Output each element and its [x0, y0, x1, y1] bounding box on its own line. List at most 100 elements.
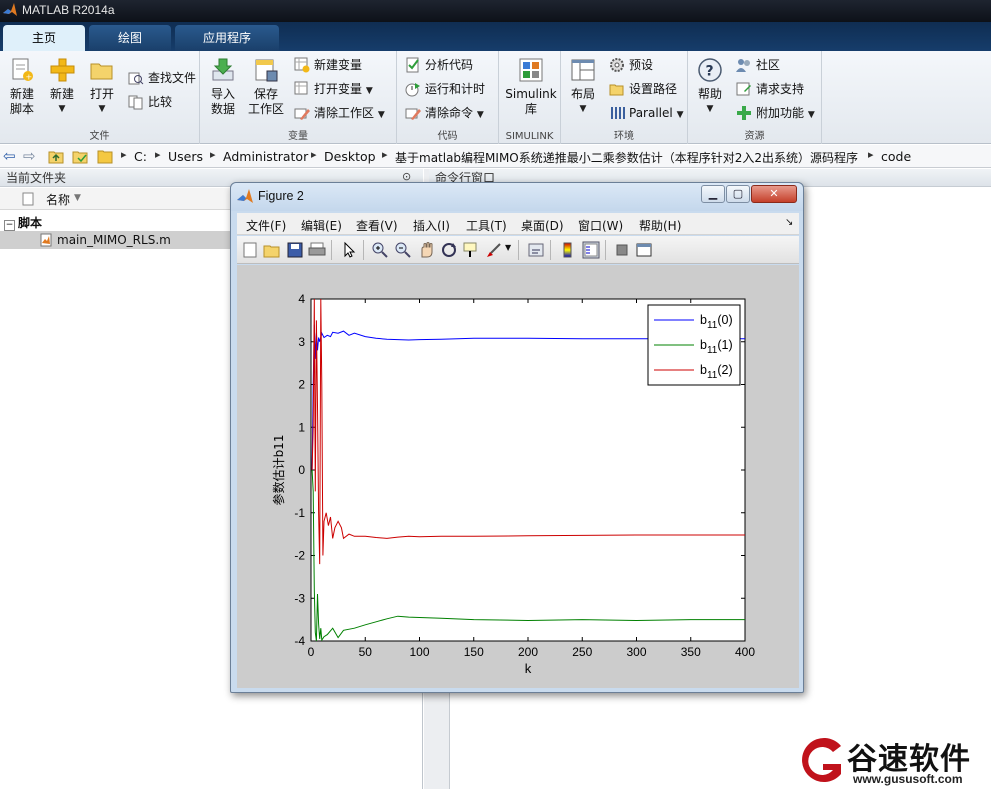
crumb-separator-icon: ▸	[210, 148, 216, 161]
new-dropdown-icon[interactable]: ▼	[46, 102, 78, 117]
zoom-out-icon[interactable]	[394, 241, 412, 259]
clear-workspace-dropdown-icon[interactable]: ▼	[378, 110, 385, 120]
add-ons-button[interactable]: 附加功能 ▼	[736, 103, 815, 123]
crumb-separator-icon: ▸	[155, 148, 161, 161]
new-script-icon: +	[9, 57, 35, 83]
legend-icon[interactable]	[582, 241, 600, 259]
rotate-3d-icon[interactable]	[440, 241, 458, 259]
help-dropdown-icon[interactable]: ▼	[694, 102, 726, 117]
maximize-button[interactable]: ▢	[726, 185, 750, 203]
run-and-time-button[interactable]: 运行和计时	[405, 79, 485, 99]
clear-commands-dropdown-icon[interactable]: ▼	[477, 110, 484, 120]
community-button[interactable]: 社区	[736, 55, 780, 75]
set-path-button[interactable]: 设置路径	[609, 79, 677, 99]
parallel-dropdown-icon[interactable]: ▼	[677, 110, 684, 120]
data-cursor-icon[interactable]	[462, 241, 480, 259]
new-label: 新建	[49, 87, 74, 101]
menu-insert[interactable]: 插入(I)	[413, 217, 450, 234]
scripts-section[interactable]: − 脚本	[4, 214, 42, 231]
pan-icon[interactable]	[417, 241, 435, 259]
figure-canvas[interactable]: 0 50 100 150 200 250 300 350 400 -4 -3 -2 -1 0 1 2 3 4 k 参数…	[237, 265, 799, 688]
pointer-icon[interactable]	[340, 241, 358, 259]
save-workspace-button[interactable]: 保存 工作区	[246, 57, 286, 117]
find-files-button[interactable]: 查找文件	[128, 68, 196, 88]
help-button[interactable]: ? 帮助 ▼	[694, 57, 726, 117]
figure-window[interactable]: Figure 2 ▁ ▢ ✕ 文件(F) 编辑(E) 查看(V) 插入(I) 工…	[230, 182, 804, 693]
open-variable-button[interactable]: 打开变量 ▼	[294, 79, 373, 99]
menu-view[interactable]: 查看(V)	[356, 217, 398, 234]
simulink-library-button[interactable]: Simulink 库	[503, 57, 559, 117]
import-data-button[interactable]: 导入 数据	[206, 57, 240, 117]
sort-arrow-icon[interactable]: ▼	[74, 193, 81, 203]
add-ons-dropdown-icon[interactable]: ▼	[808, 110, 815, 120]
new-script-button[interactable]: + 新建 脚本	[4, 57, 40, 117]
parallel-button[interactable]: Parallel ▼	[609, 103, 683, 123]
menu-overflow-icon[interactable]: ↘	[785, 217, 793, 228]
layout-button[interactable]: 布局 ▼	[567, 57, 599, 117]
svg-text:+: +	[26, 73, 33, 82]
open-dropdown-icon[interactable]: ▼	[86, 102, 118, 117]
back-arrow-icon[interactable]: ⇦	[3, 147, 16, 165]
help-icon: ?	[697, 57, 723, 83]
x-tick-label: 250	[572, 645, 592, 659]
community-label: 社区	[756, 58, 781, 72]
crumb-project-folder[interactable]: 基于matlab编程MIMO系统递推最小二乘参数估计（本程序针对2入2出系统）源…	[395, 149, 858, 166]
print-icon[interactable]	[308, 241, 326, 259]
menu-help[interactable]: 帮助(H)	[639, 217, 681, 234]
watermark-url: www.gususoft.com	[853, 772, 963, 786]
menu-file[interactable]: 文件(F)	[246, 217, 286, 234]
simulink-group: Simulink 库 SIMULINK	[499, 51, 561, 144]
minimize-button[interactable]: ▁	[701, 185, 725, 203]
menu-desktop[interactable]: 桌面(D)	[521, 217, 564, 234]
save-icon[interactable]	[286, 241, 304, 259]
figure-title-bar[interactable]: Figure 2 ▁ ▢ ✕	[231, 183, 803, 211]
ribbon-tab-strip: 主页 绘图 应用程序	[0, 22, 991, 51]
clear-workspace-button[interactable]: 清除工作区 ▼	[294, 103, 385, 123]
hide-tools-icon[interactable]	[613, 241, 631, 259]
colorbar-icon[interactable]	[559, 241, 577, 259]
resources-group-label: 资源	[744, 131, 765, 142]
show-tools-icon[interactable]	[635, 241, 653, 259]
new-variable-button[interactable]: 新建变量	[294, 55, 362, 75]
layout-dropdown-icon[interactable]: ▼	[567, 102, 599, 117]
open-file-icon[interactable]	[263, 241, 281, 259]
figure-menu-bar: 文件(F) 编辑(E) 查看(V) 插入(I) 工具(T) 桌面(D) 窗口(W…	[237, 213, 799, 235]
tab-apps[interactable]: 应用程序	[175, 25, 279, 51]
resources-group: ? 帮助 ▼ 社区 请求支持 附加功能 ▼ 资源	[688, 51, 822, 144]
crumb-users[interactable]: Users	[168, 149, 203, 164]
brush-dropdown-icon[interactable]: ▼	[505, 243, 511, 252]
link-icon[interactable]	[527, 241, 545, 259]
request-support-button[interactable]: 请求支持	[736, 79, 804, 99]
forward-arrow-icon[interactable]: ⇨	[23, 147, 36, 165]
crumb-code[interactable]: code	[881, 149, 911, 164]
file-group-label: 文件	[89, 131, 110, 142]
open-variable-dropdown-icon[interactable]: ▼	[366, 86, 373, 96]
new-figure-icon[interactable]	[241, 241, 259, 259]
toolbar-separator	[605, 240, 606, 260]
crumb-drive[interactable]: C:	[134, 149, 147, 164]
analyze-code-button[interactable]: 分析代码	[405, 55, 473, 75]
compare-button[interactable]: 比较	[128, 92, 172, 112]
up-folder-icon[interactable]	[48, 149, 64, 164]
crumb-desktop[interactable]: Desktop	[324, 149, 376, 164]
plot-area[interactable]: 0 50 100 150 200 250 300 350 400 -4 -3 -2 -1 0 1 2 3 4 k 参数…	[237, 265, 799, 688]
new-button[interactable]: 新建 ▼	[46, 57, 78, 117]
open-button[interactable]: 打开 ▼	[86, 57, 118, 117]
menu-window[interactable]: 窗口(W)	[578, 217, 623, 234]
tab-plots[interactable]: 绘图	[89, 25, 171, 51]
preferences-button[interactable]: 预设	[609, 55, 653, 75]
tab-home[interactable]: 主页	[3, 25, 85, 51]
collapse-icon[interactable]: −	[4, 220, 15, 231]
clear-commands-button[interactable]: 清除命令 ▼	[405, 103, 484, 123]
browse-folder-icon[interactable]	[72, 149, 88, 164]
crumb-administrator[interactable]: Administrator	[223, 149, 308, 164]
open-variable-label: 打开变量	[314, 82, 363, 96]
name-column-label[interactable]: 名称	[46, 191, 70, 208]
close-button[interactable]: ✕	[751, 185, 797, 203]
zoom-in-icon[interactable]	[371, 241, 389, 259]
y-tick-label: 4	[298, 292, 305, 306]
compare-label: 比较	[148, 95, 173, 109]
brush-icon[interactable]	[485, 241, 503, 259]
menu-edit[interactable]: 编辑(E)	[301, 217, 342, 234]
menu-tools[interactable]: 工具(T)	[466, 217, 507, 234]
